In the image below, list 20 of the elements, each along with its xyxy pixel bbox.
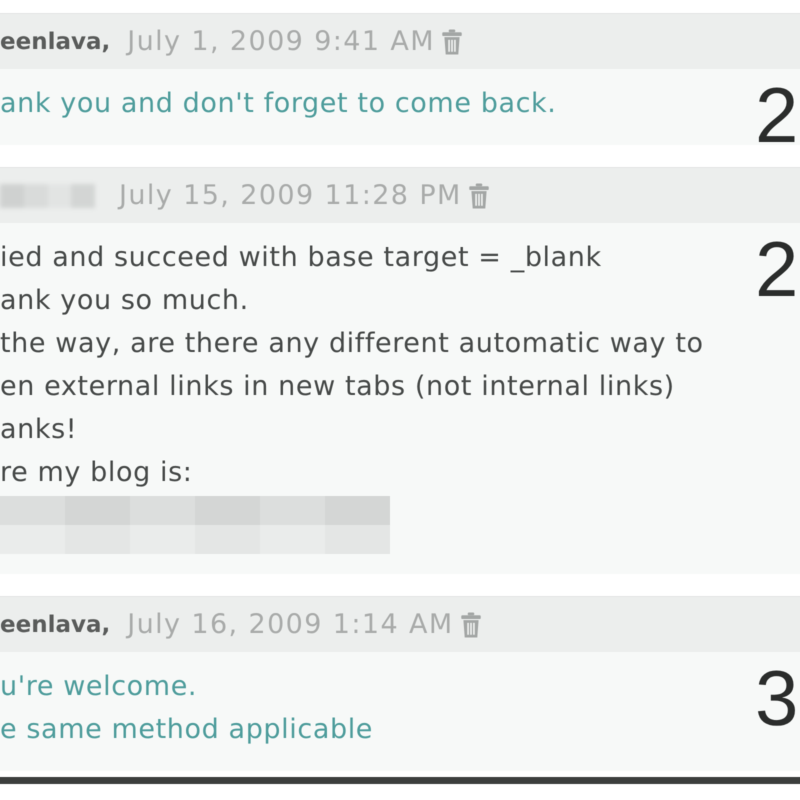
comment-text-line: re my blog is: (0, 456, 194, 490)
comment-date: July 15, 2009 11:28 PM (119, 180, 462, 211)
comment-text-line: ank you so much. (0, 284, 250, 318)
author-name: eenlava, (0, 612, 110, 638)
comment-text-line: ank you and don't forget to come back. (0, 87, 558, 121)
comment-date: July 1, 2009 9:41 AM (127, 26, 435, 57)
comment-date: July 16, 2009 1:14 AM (127, 609, 454, 640)
comment-text-line: anks! (0, 413, 78, 447)
comment-text-line: the way, are there any different automatic way to (0, 327, 705, 361)
comment-number: 2 (755, 76, 800, 154)
trash-icon[interactable] (468, 182, 490, 208)
comment-number: 3 (755, 659, 800, 737)
trash-icon[interactable] (460, 612, 482, 638)
comment-text-line: ied and succeed with base target = _blank (0, 241, 603, 275)
author-name: eenlava, (0, 28, 110, 54)
trash-icon[interactable] (441, 28, 463, 54)
comment-number: 2 (755, 230, 800, 308)
comment-text-line: en external links in new tabs (not internal links) (0, 370, 676, 404)
comment-text-line: e same method applicable (0, 713, 374, 747)
comment-text-line: u're welcome. (0, 670, 198, 704)
